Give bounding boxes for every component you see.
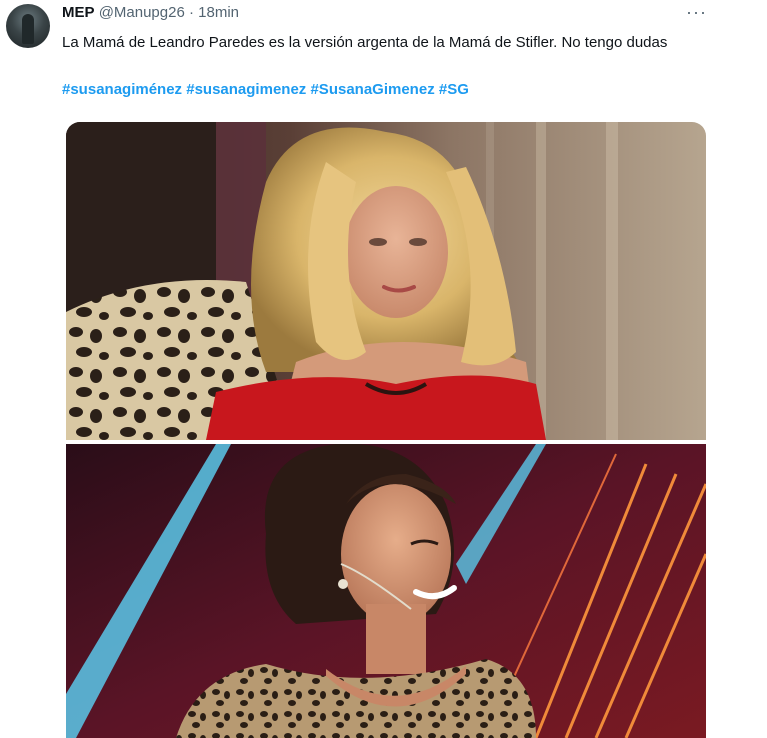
tweet-text: La Mamá de Leandro Paredes es la versión…	[62, 34, 668, 51]
separator: ·	[188, 4, 194, 21]
more-options-icon[interactable]: ···	[686, 2, 707, 23]
tweet-header: MEP @Manupg26 · 18min	[62, 4, 239, 22]
tweet[interactable]: MEP @Manupg26 · 18min ··· La Mamá de Lea…	[0, 0, 767, 738]
hashtag-link[interactable]: #susanagiménez	[62, 81, 182, 98]
tweet-media[interactable]	[66, 122, 706, 738]
timestamp[interactable]: 18min	[198, 4, 239, 21]
hashtag-link[interactable]: #SG	[439, 81, 469, 98]
media-image-bottom[interactable]	[66, 444, 706, 738]
hashtag-link[interactable]: #SusanaGimenez	[310, 81, 434, 98]
user-handle[interactable]: @Manupg26	[99, 4, 185, 21]
hashtag-link[interactable]: #susanagimenez	[186, 81, 306, 98]
photo-blonde-woman-red-dress	[66, 122, 706, 440]
avatar[interactable]	[6, 4, 50, 48]
avatar-figure	[22, 14, 34, 44]
display-name[interactable]: MEP	[62, 4, 95, 21]
photo-woman-leopard-print-stage	[66, 444, 706, 738]
media-image-top[interactable]	[66, 122, 706, 440]
hashtag-list: #susanagiménez #susanagimenez #SusanaGim…	[62, 79, 469, 101]
